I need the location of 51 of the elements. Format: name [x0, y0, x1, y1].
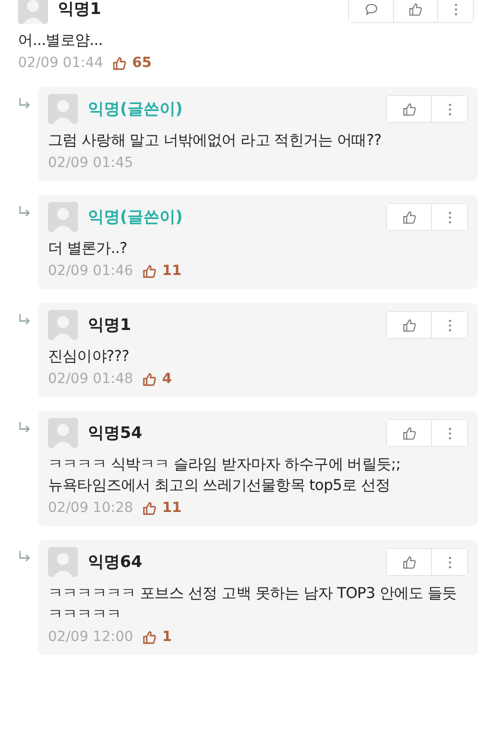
- thumbs-up-icon: [142, 264, 158, 278]
- like-count: 11: [162, 500, 182, 516]
- author-name: 익명(글쓴이): [88, 206, 183, 228]
- comment-text: 진심이야???: [48, 346, 130, 367]
- thumbs-up-icon: [402, 554, 416, 570]
- like-count: 1: [162, 629, 172, 645]
- comment-text: ㅋㅋㅋㅋㅋㅋ 포브스 선정 고백 못하는 남자 TOP3 안에도 들듯 ㅋㅋㅋㅋㅋ: [48, 583, 458, 625]
- reply-arrow-icon: [18, 313, 32, 325]
- comment-time: 02/09 01:45: [48, 155, 134, 171]
- reply-arrow-icon: [18, 550, 32, 562]
- more-icon: [448, 426, 452, 440]
- comment-time: 02/09 01:48: [48, 371, 134, 387]
- avatar-icon: [48, 310, 78, 340]
- author-name: 익명1: [88, 314, 132, 336]
- thumbs-up-icon: [408, 2, 423, 16]
- comment-text: 그럼 사랑해 말고 너밖에없어 라고 적힌거는 어때??: [48, 130, 382, 151]
- more-icon: [448, 554, 452, 570]
- comment-text: ㅋㅋㅋㅋ 식박ㅋㅋ 슬라임 받자마자 하수구에 버릴듯;; 뉴욕타임즈에서 최고의 쓰레기선물항목 top5로 선정: [48, 454, 402, 496]
- author-name: 익명64: [88, 552, 142, 572]
- comment-text: 더 별론가..?: [48, 238, 128, 259]
- author-name: 익명(글쓴이): [88, 98, 183, 120]
- thumbs-up-icon: [142, 372, 158, 386]
- more-icon: [448, 318, 452, 332]
- more-icon: [448, 102, 452, 116]
- like-count: 11: [162, 263, 182, 279]
- thumbs-up-icon: [402, 210, 416, 224]
- thumbs-up-icon: [402, 318, 416, 332]
- like-count: 4: [162, 371, 172, 387]
- reply-arrow-icon: [18, 421, 32, 433]
- comment-time: 02/09 01:44: [18, 55, 104, 71]
- comment-time: 02/09 12:00: [48, 629, 134, 645]
- thumbs-up-icon: [402, 426, 416, 440]
- avatar-icon: [48, 94, 78, 124]
- speech-bubble-icon: [364, 2, 378, 16]
- author-name: 익명54: [88, 422, 142, 444]
- thumbs-up-icon: [112, 56, 128, 70]
- thumbs-up-icon: [142, 500, 158, 516]
- avatar-icon: [48, 418, 78, 448]
- more-icon: [454, 2, 458, 16]
- comment-time: 02/09 10:28: [48, 500, 134, 516]
- reply-arrow-icon: [18, 97, 32, 109]
- more-icon: [448, 210, 452, 224]
- comment-time: 02/09 01:46: [48, 263, 134, 279]
- comment-text: 어...별로얌...: [18, 30, 104, 51]
- avatar-icon: [48, 202, 78, 232]
- reply-arrow-icon: [18, 205, 32, 217]
- like-count: 65: [132, 55, 152, 71]
- author-name: 익명1: [58, 0, 102, 20]
- thumbs-up-icon: [402, 102, 416, 116]
- avatar-icon: [48, 547, 78, 577]
- thumbs-up-icon: [142, 630, 158, 644]
